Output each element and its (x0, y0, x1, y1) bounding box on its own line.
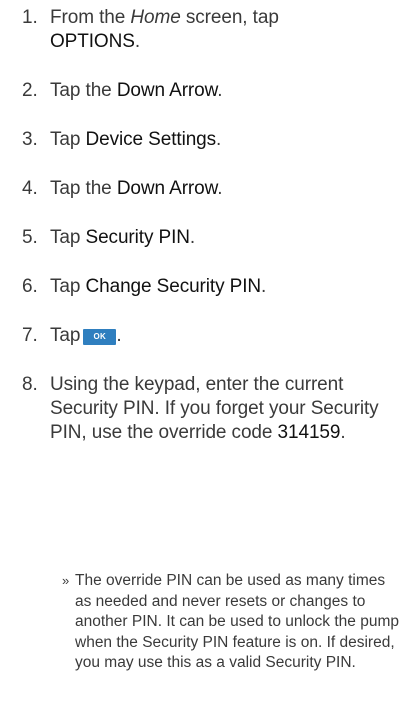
step-text: Using the keypad, enter the current Secu… (50, 373, 412, 445)
step-text-post: . (134, 31, 140, 52)
step-text-pre: Tap (50, 325, 81, 346)
step-text: Tap the Down Arrow. (50, 177, 412, 201)
override-code: 314159 (277, 422, 341, 443)
options-label: OPTIONS (50, 31, 135, 52)
step-text-pre: From the (50, 7, 131, 28)
step-text: Tap Device Settings. (50, 128, 412, 152)
step-text-mid: screen, tap (180, 7, 279, 28)
bullet-icon: » (62, 573, 70, 588)
step-text-pre: Tap (50, 227, 86, 248)
step-text-pre: Tap (50, 129, 86, 150)
step-number: 7. (22, 325, 38, 346)
screen-name-home: Home (130, 7, 181, 28)
step-text-pre: Tap the (50, 178, 117, 199)
ok-button-icon: OK (83, 329, 117, 345)
down-arrow-label: Down Arrow (116, 80, 218, 101)
step-number: 1. (22, 7, 38, 28)
step-number: 2. (22, 80, 38, 101)
step-number: 8. (22, 374, 38, 395)
step-number: 4. (22, 178, 38, 199)
security-pin-label: Security PIN (85, 227, 190, 248)
step-text-post: . (261, 276, 267, 297)
step-text: Tap Change Security PIN. (50, 275, 412, 299)
step-text-pre: Tap (50, 276, 86, 297)
step-text-post: . (217, 178, 223, 199)
step-text: Tap Security PIN. (50, 226, 412, 250)
note-text: The override PIN can be used as many tim… (75, 572, 399, 671)
step-number: 5. (22, 227, 38, 248)
step-text: Tap the Down Arrow. (50, 79, 412, 103)
step-text: From the Home screen, tap OPTIONS. (50, 6, 412, 54)
step-text-post: . (116, 325, 122, 346)
step-text: Tap OK. (50, 324, 412, 348)
step-text-post: . (340, 422, 346, 443)
step-number: 3. (22, 129, 38, 150)
step-text-pre: Tap the (50, 80, 117, 101)
step-text-post: . (189, 227, 196, 248)
step-number: 6. (22, 276, 38, 297)
device-settings-label: Device Settings (85, 129, 217, 150)
change-security-pin-label: Change Security PIN (85, 276, 262, 297)
step-text-post: . (217, 80, 223, 101)
down-arrow-label: Down Arrow (116, 178, 218, 199)
step-text-post: . (216, 129, 222, 150)
